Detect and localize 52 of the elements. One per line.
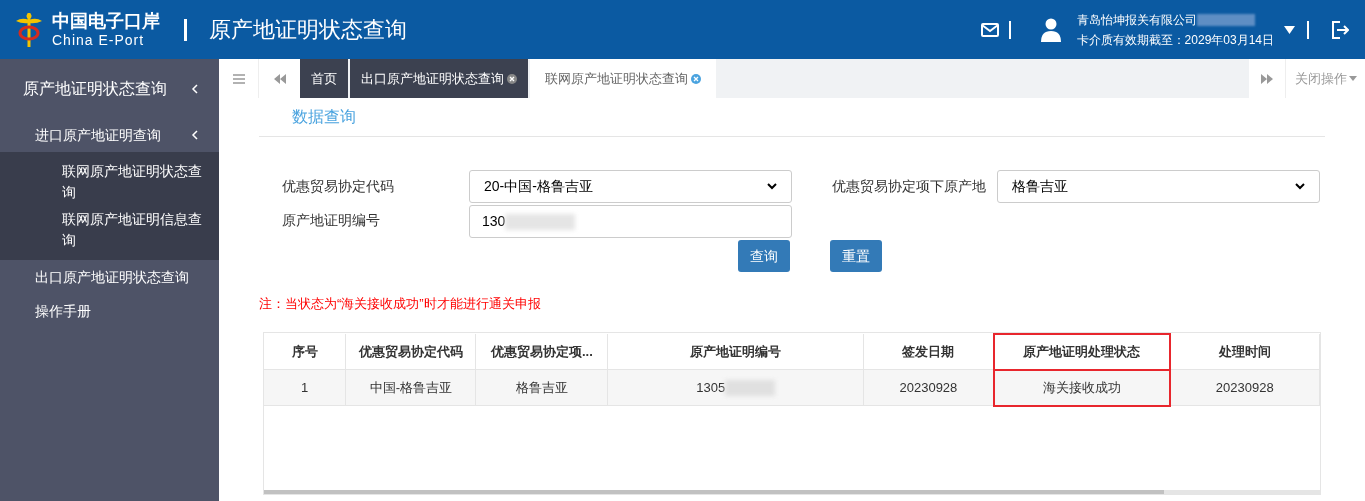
column-header: 优惠贸易协定项... [475, 333, 608, 370]
section-title: 数据查询 [292, 107, 356, 127]
user-icon [1040, 17, 1061, 42]
redaction-blur [1196, 13, 1255, 26]
logout-icon[interactable] [1331, 20, 1349, 39]
close-icon[interactable] [507, 73, 517, 84]
column-header: 处理时间 [1169, 333, 1320, 370]
column-header: 原产地证明处理状态 [993, 333, 1170, 370]
mail-icon[interactable] [980, 22, 999, 37]
table-cell: 20230928 [1169, 369, 1320, 406]
logo-subtitle: China E-Port [52, 33, 146, 47]
menu-icon[interactable] [232, 73, 245, 84]
table-cell: 20230928 [863, 369, 994, 406]
scroll-left-icon[interactable] [273, 73, 286, 84]
input-field[interactable]: 130 [469, 205, 792, 238]
caret-icon [1349, 76, 1357, 81]
validity-text: 卡介质有效期截至：2029年03月14日 [1076, 31, 1274, 49]
table-cell: 中国-格鲁吉亚 [345, 369, 476, 406]
field-label: 优惠贸易协定代码 [281, 177, 395, 196]
column-header: 签发日期 [863, 333, 994, 370]
field-label: 优惠贸易协定项下原产地 [832, 177, 987, 196]
sidebar-item[interactable]: 原产地证明状态查询 [0, 59, 219, 118]
field-label: 原产地证明编号 [281, 211, 381, 230]
table-cell: 1 [264, 369, 346, 406]
button[interactable]: 重置 [830, 240, 882, 272]
table-cell: 海关接收成功 [993, 369, 1170, 406]
logo-icon [14, 10, 44, 49]
chevron-down-icon [1295, 183, 1305, 190]
company-name: 青岛怡坤报关有限公司 [1076, 11, 1197, 29]
sidebar-subitem[interactable]: 联网原产地证明信息查询 [0, 206, 219, 254]
table-cell: 格鲁吉亚 [475, 369, 608, 406]
note-text: 注：当状态为“海关接收成功”时才能进行通关申报 [259, 295, 542, 313]
select-field[interactable]: 格鲁吉亚 [997, 170, 1320, 203]
button[interactable]: 查询 [738, 240, 790, 272]
scroll-right-icon[interactable] [1261, 73, 1273, 84]
logo-title: 中国电子口岸 [52, 12, 160, 30]
dropdown-icon[interactable] [1284, 25, 1295, 34]
table-cell: 1305 [696, 379, 726, 395]
column-header: 序号 [264, 333, 346, 370]
chevron-down-icon [767, 183, 777, 190]
page-title: 原产地证明状态查询 [209, 16, 407, 44]
sidebar-subitem[interactable]: 联网原产地证明状态查询 [0, 158, 219, 206]
scrollbar[interactable] [264, 489, 1164, 494]
tab[interactable]: 出口原产地证明状态查询 [350, 59, 528, 98]
column-header: 原产地证明编号 [607, 333, 864, 370]
tab[interactable]: 联网原产地证明状态查询 [530, 59, 716, 98]
tab[interactable]: 首页 [300, 59, 348, 98]
sidebar-item[interactable]: 出口原产地证明状态查询 [0, 260, 219, 294]
column-header: 优惠贸易协定代码 [345, 333, 476, 370]
sidebar-item[interactable]: 操作手册 [0, 294, 219, 328]
sidebar-item[interactable]: 进口原产地证明查询 [0, 118, 219, 152]
select-field[interactable]: 20-中国-格鲁吉亚 [469, 170, 792, 203]
